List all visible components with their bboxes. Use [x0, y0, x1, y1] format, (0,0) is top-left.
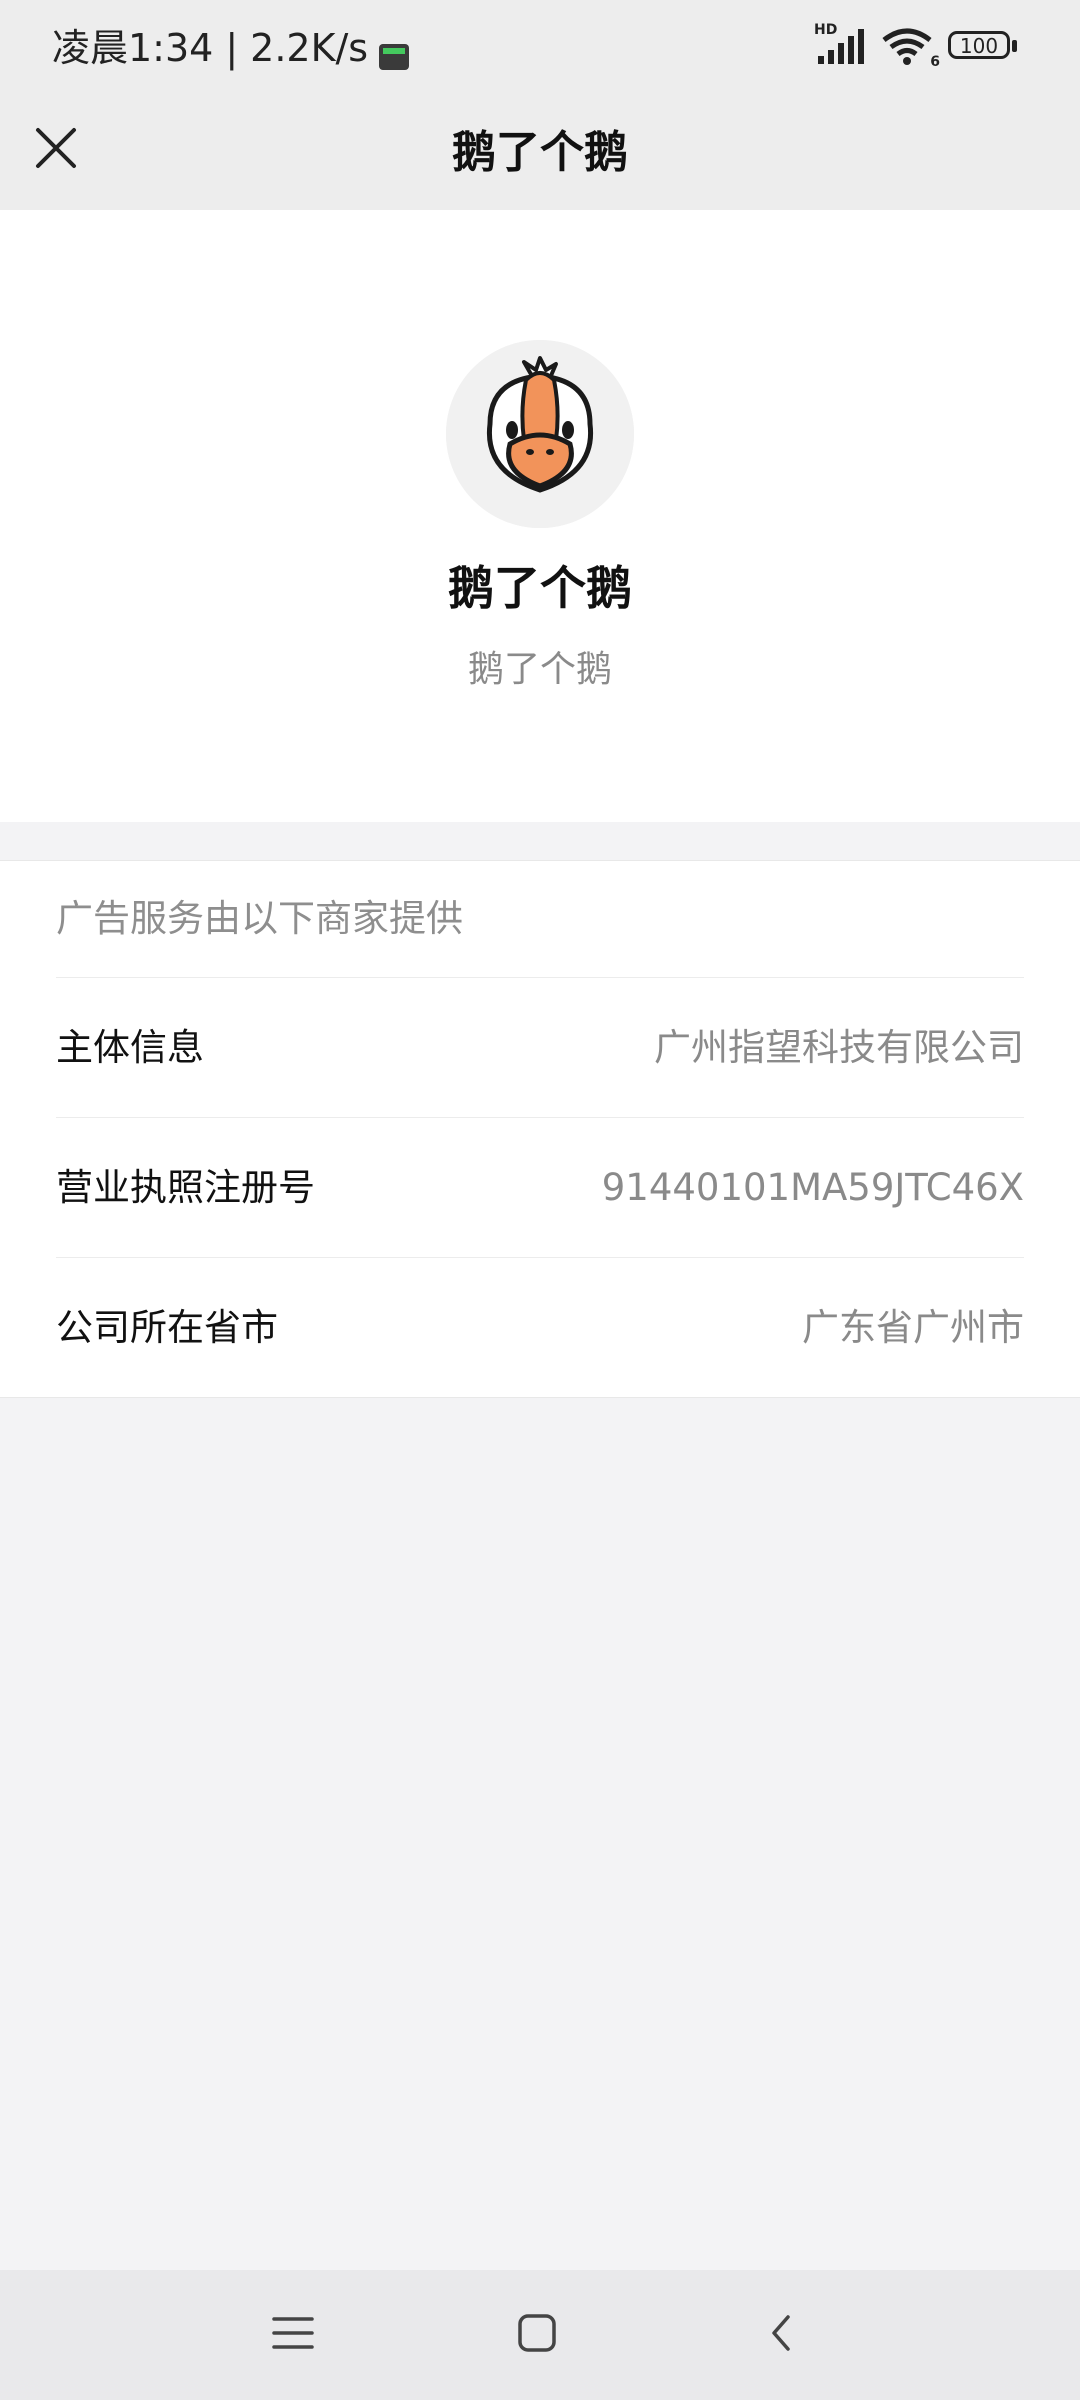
info-row-license: 营业执照注册号 91440101MA59JTC46X [56, 1117, 1024, 1258]
battery-icon: 100 [948, 29, 1020, 63]
info-row-value: 91440101MA59JTC46X [601, 1166, 1024, 1209]
merchant-info-header: 广告服务由以下商家提供 [56, 897, 463, 940]
profile-subtitle: 鹅了个鹅 [467, 649, 612, 690]
info-row-value: 广州指望科技有限公司 [654, 1026, 1024, 1069]
back-icon [766, 2311, 796, 2359]
recent-apps-button[interactable] [258, 2300, 328, 2370]
battery-level: 100 [959, 34, 999, 58]
info-row-location: 公司所在省市 广东省广州市 [56, 1257, 1024, 1398]
menu-icon [271, 2313, 315, 2357]
back-button[interactable] [746, 2300, 816, 2370]
merchant-info-section: 广告服务由以下商家提供 主体信息 广州指望科技有限公司 营业执照注册号 9144… [0, 860, 1080, 1398]
sim-card-icon [378, 33, 410, 70]
info-row-label: 营业执照注册号 [56, 1166, 315, 1209]
signal-icon: HD [814, 22, 866, 66]
goose-logo-icon [446, 340, 634, 528]
status-time: 凌晨1:34 [52, 26, 214, 70]
profile-name: 鹅了个鹅 [448, 561, 632, 615]
info-row-value: 广东省广州市 [802, 1306, 1024, 1349]
nav-bar: 鹅了个鹅 [0, 96, 1080, 210]
status-left: 凌晨1:34 | 2.2K/s [52, 22, 410, 74]
status-right: HD 6 100 [814, 22, 1020, 70]
profile-section: 鹅了个鹅 鹅了个鹅 [0, 210, 1080, 822]
wifi-badge: 6 [930, 54, 940, 70]
wifi-icon: 6 [880, 26, 940, 70]
info-row-label: 公司所在省市 [56, 1306, 278, 1349]
avatar[interactable] [446, 340, 634, 528]
home-button[interactable] [502, 2300, 572, 2370]
info-row-label: 主体信息 [56, 1026, 204, 1069]
status-bar: 凌晨1:34 | 2.2K/s HD 6 100 [0, 0, 1080, 96]
system-nav-bar [0, 2270, 1080, 2400]
status-separator: | [225, 26, 239, 70]
home-icon [515, 2311, 559, 2359]
status-speed: 2.2K/s [250, 26, 369, 70]
info-row-entity: 主体信息 广州指望科技有限公司 [56, 977, 1024, 1118]
page-title: 鹅了个鹅 [452, 127, 628, 178]
